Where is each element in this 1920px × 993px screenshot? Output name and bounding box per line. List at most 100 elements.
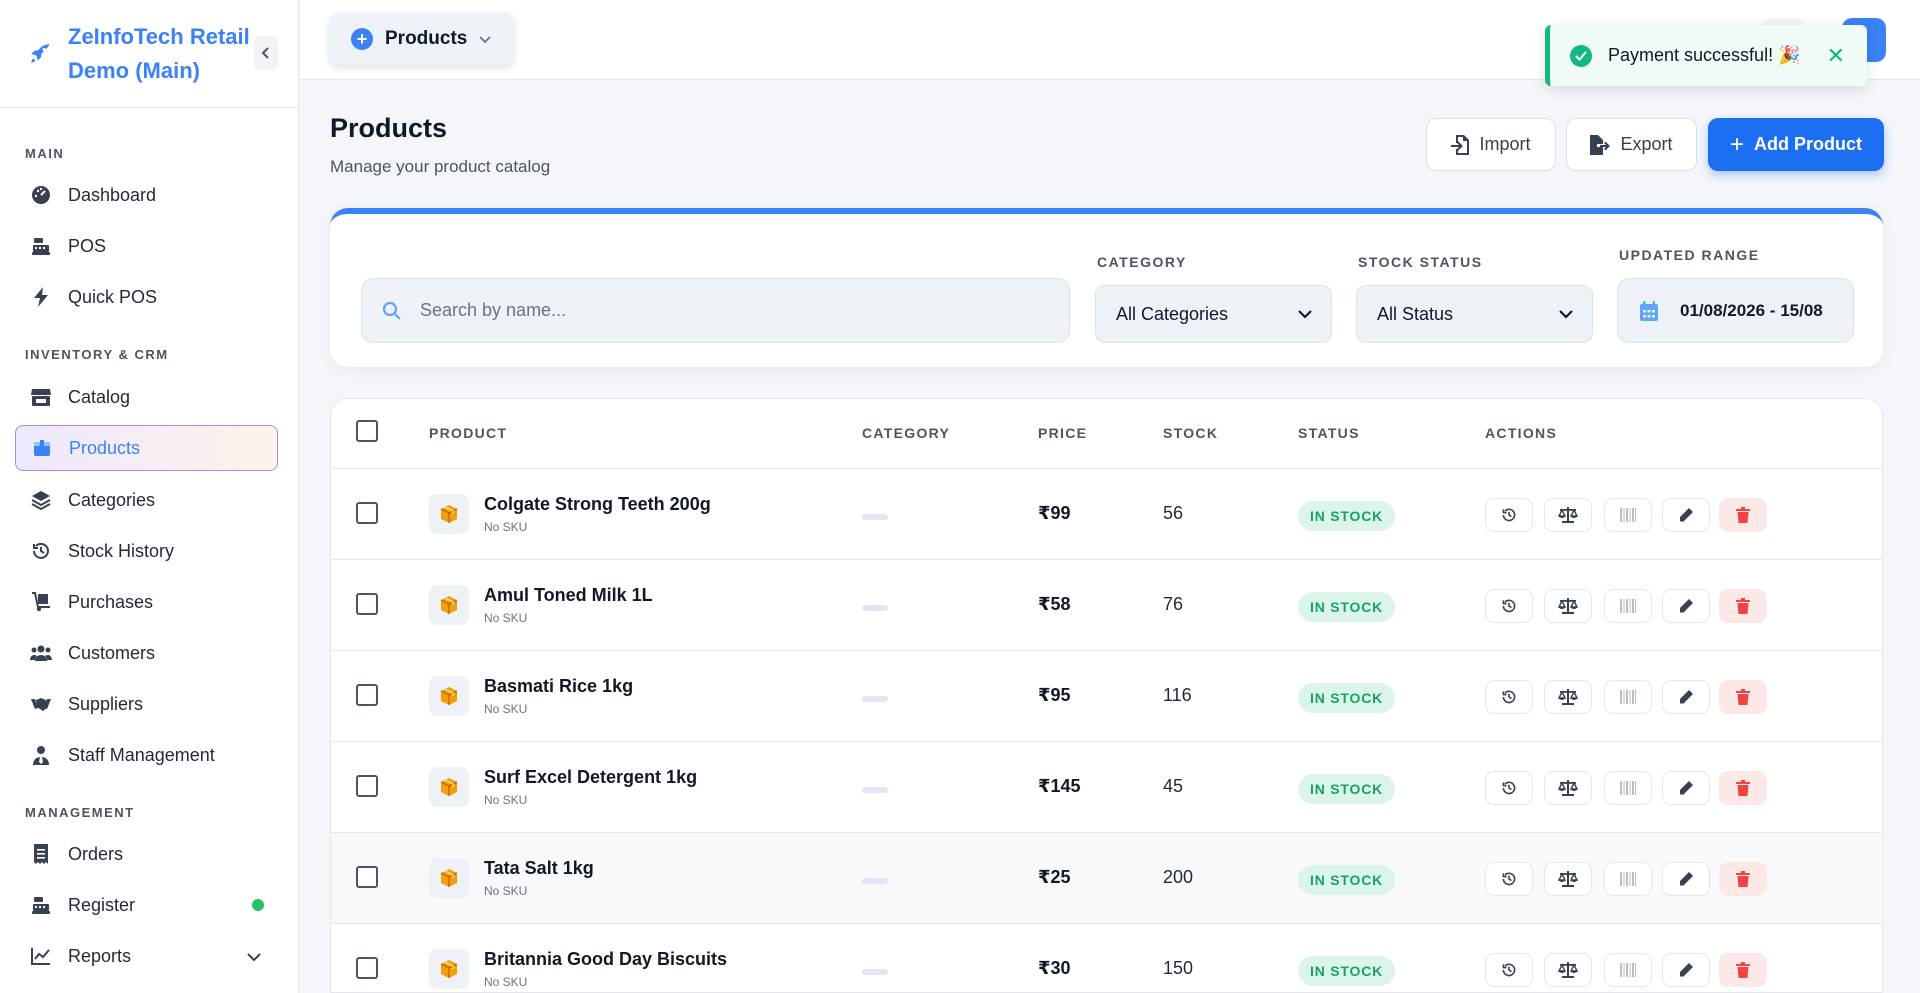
date-range-value: 01/08/2026 - 15/08 [1680,300,1823,320]
dashboard-icon [30,184,52,206]
barcode-button[interactable] [1604,498,1652,532]
delete-button[interactable] [1719,771,1767,805]
cash-register-icon [30,235,52,257]
sidebar-item-reports[interactable]: Reports [15,933,278,979]
box-icon [31,437,53,459]
table-row[interactable]: Basmati Rice 1kg No SKU ₹95 116 IN STOCK [331,651,1882,742]
barcode-button[interactable] [1604,771,1652,805]
edit-button[interactable] [1662,771,1710,805]
column-header-product[interactable]: PRODUCT [429,425,507,441]
column-header-stock[interactable]: STOCK [1163,425,1218,441]
product-name[interactable]: Basmati Rice 1kg [484,676,633,697]
history-button[interactable] [1485,771,1533,805]
adjust-stock-button[interactable] [1544,680,1592,714]
sidebar-item-suppliers[interactable]: Suppliers [15,681,278,727]
history-button[interactable] [1485,680,1533,714]
adjust-stock-button[interactable] [1544,771,1592,805]
product-name[interactable]: Britannia Good Day Biscuits [484,949,727,970]
row-checkbox[interactable] [356,957,378,979]
sidebar-item-stock-history[interactable]: Stock History [15,528,278,574]
brand-name[interactable]: ZeInfoTech Retail Demo (Main) [68,20,258,88]
barcode-icon [1620,690,1636,704]
stock-status-select[interactable]: All Status [1356,285,1593,343]
delete-button[interactable] [1719,498,1767,532]
sidebar-item-label: Staff Management [68,744,215,765]
row-checkbox[interactable] [356,593,378,615]
delete-button[interactable] [1719,953,1767,987]
adjust-stock-button[interactable] [1544,953,1592,987]
edit-button[interactable] [1662,953,1710,987]
barcode-icon [1620,872,1636,886]
sidebar-item-dashboard[interactable]: Dashboard [15,172,278,218]
add-product-button[interactable]: + Add Product [1708,118,1884,171]
sidebar-item-label: Dashboard [68,184,157,205]
close-icon[interactable]: ✕ [1827,43,1845,69]
table-row[interactable]: Surf Excel Detergent 1kg No SKU ₹145 45 IN S… [331,742,1882,833]
column-header-category[interactable]: CATEGORY [862,425,950,441]
product-name[interactable]: Colgate Strong Teeth 200g [484,494,711,515]
sidebar-item-staff-management[interactable]: Staff Management [15,732,278,778]
receipt-icon [30,843,52,865]
import-button[interactable]: Import [1426,118,1556,171]
sidebar-item-purchases[interactable]: Purchases [15,579,278,625]
export-button[interactable]: Export [1566,118,1697,171]
adjust-stock-button[interactable] [1544,498,1592,532]
sidebar-item-pos[interactable]: POS [15,223,278,269]
edit-button[interactable] [1662,680,1710,714]
updated-range-label: UPDATED RANGE [1619,247,1760,263]
row-checkbox[interactable] [356,502,378,524]
product-price: ₹25 [1038,867,1071,887]
row-checkbox[interactable] [356,866,378,888]
adjust-stock-button[interactable] [1544,862,1592,896]
barcode-button[interactable] [1604,589,1652,623]
scale-balance-icon [1558,598,1578,614]
search-input[interactable]: Search by name... [361,278,1070,343]
barcode-button[interactable] [1604,680,1652,714]
delete-button[interactable] [1719,862,1767,896]
table-row[interactable]: Amul Toned Milk 1L No SKU ₹58 76 IN STOCK [331,560,1882,651]
history-button[interactable] [1485,498,1533,532]
sidebar-item-orders[interactable]: Orders [15,831,278,877]
sidebar-item-categories[interactable]: Categories [15,477,278,523]
product-name[interactable]: Amul Toned Milk 1L [484,585,653,606]
barcode-button[interactable] [1604,953,1652,987]
history-button[interactable] [1485,589,1533,623]
adjust-stock-button[interactable] [1544,589,1592,623]
row-checkbox[interactable] [356,775,378,797]
category-select[interactable]: All Categories [1095,285,1332,343]
delete-button[interactable] [1719,589,1767,623]
product-sku: No SKU [484,884,528,898]
product-stock: 76 [1163,594,1184,614]
column-header-price[interactable]: PRICE [1038,425,1087,441]
edit-button[interactable] [1662,862,1710,896]
product-name[interactable]: Surf Excel Detergent 1kg [484,767,697,788]
table-row[interactable]: Tata Salt 1kg No SKU ₹25 200 IN STOCK [331,833,1882,924]
edit-button[interactable] [1662,589,1710,623]
sidebar-item-customers[interactable]: Customers [15,630,278,676]
delete-button[interactable] [1719,680,1767,714]
table-row[interactable]: Britannia Good Day Biscuits No SKU ₹30 150 I… [331,924,1882,992]
table-row[interactable]: Colgate Strong Teeth 200g No SKU ₹99 56 IN S… [331,469,1882,560]
sidebar-item-catalog[interactable]: Catalog [15,374,278,420]
product-thumbnail [429,949,469,989]
column-header-status[interactable]: STATUS [1298,425,1360,441]
history-button[interactable] [1485,953,1533,987]
barcode-button[interactable] [1604,862,1652,896]
history-button[interactable] [1485,862,1533,896]
select-all-checkbox[interactable] [356,420,378,442]
product-name[interactable]: Tata Salt 1kg [484,858,594,879]
sidebar: ZeInfoTech Retail Demo (Main) MAIN Dashb… [0,0,299,993]
chevron-down-icon[interactable] [246,946,262,967]
page-switcher[interactable]: + Products [329,13,514,65]
product-price: ₹58 [1038,594,1071,614]
sidebar-item-register[interactable]: Register [15,882,278,928]
sidebar-item-products[interactable]: Products [15,425,278,471]
chevron-down-icon [479,28,491,50]
date-range-input[interactable]: 01/08/2026 - 15/08 [1617,278,1854,343]
rocket-icon [28,40,56,68]
sidebar-item-quick-pos[interactable]: Quick POS [15,274,278,320]
trash-icon [1736,689,1750,705]
collapse-sidebar-button[interactable] [254,36,278,70]
edit-button[interactable] [1662,498,1710,532]
row-checkbox[interactable] [356,684,378,706]
